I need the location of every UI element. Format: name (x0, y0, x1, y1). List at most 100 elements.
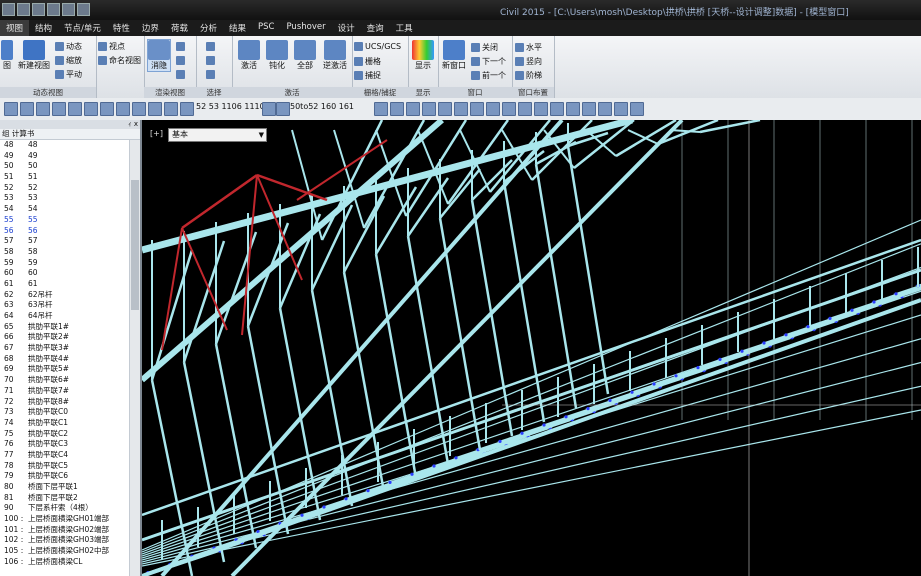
select-window[interactable] (206, 56, 217, 65)
all-button[interactable]: 全部 (292, 40, 318, 71)
toolbar-tool-4-icon[interactable] (68, 102, 82, 116)
model-viewport[interactable] (142, 120, 921, 576)
list-item[interactable]: 48 48 (0, 140, 140, 151)
list-item[interactable]: 68 拱肋平联4# (0, 354, 140, 365)
toolbar-tool-16-icon[interactable] (406, 102, 420, 116)
new-file-icon[interactable] (2, 3, 15, 16)
list-item[interactable]: 79 拱肋平联C6 (0, 471, 140, 482)
viewpoint-button[interactable]: 视点 (98, 41, 125, 52)
toolbar-tool-7-icon[interactable] (116, 102, 130, 116)
next-window-button[interactable]: 下一个 (471, 56, 506, 67)
open-file-icon[interactable] (17, 3, 30, 16)
toolbar-tool-18-icon[interactable] (438, 102, 452, 116)
activate-button[interactable]: 激活 (236, 40, 262, 71)
list-item[interactable]: 69 拱肋平联5# (0, 364, 140, 375)
toolbar-tool-29-icon[interactable] (614, 102, 628, 116)
list-item[interactable]: 66 拱肋平联2# (0, 332, 140, 343)
toolbar-tool-11-icon[interactable] (180, 102, 194, 116)
grid-button[interactable]: 栅格 (354, 56, 381, 67)
list-item[interactable]: 65 拱肋平联1# (0, 322, 140, 333)
toolbar-tool-14-icon[interactable] (374, 102, 388, 116)
list-item[interactable]: 61 61 (0, 279, 140, 290)
panel-pin-close[interactable]: ｨ x (0, 120, 140, 129)
select-polygon[interactable] (206, 70, 217, 79)
toolbar-tool-1-icon[interactable] (20, 102, 34, 116)
list-item[interactable]: 57 57 (0, 236, 140, 247)
list-item[interactable]: 53 53 (0, 193, 140, 204)
toolbar-tool-22-icon[interactable] (502, 102, 516, 116)
menu-design[interactable]: 设计 (332, 20, 361, 36)
list-item[interactable]: 71 拱肋平联7# (0, 386, 140, 397)
cascade-button[interactable]: 阶梯 (515, 70, 542, 81)
toolbar-tool-13-icon[interactable] (276, 102, 290, 116)
toolbar-tool-3-icon[interactable] (52, 102, 66, 116)
toolbar-tool-27-icon[interactable] (582, 102, 596, 116)
list-item[interactable]: 63 63吊杆 (0, 300, 140, 311)
list-item[interactable]: 100 : 上层桥面横梁GH01端部 (0, 514, 140, 525)
menu-analysis[interactable]: 分析 (194, 20, 223, 36)
list-item[interactable]: 105 : 上层桥面横梁GH02中部 (0, 546, 140, 557)
menu-structure[interactable]: 结构 (29, 20, 58, 36)
save-icon[interactable] (32, 3, 45, 16)
render-option-1[interactable] (176, 42, 187, 51)
inactivate-button[interactable]: 钝化 (264, 40, 290, 71)
scroll-thumb[interactable] (131, 180, 139, 310)
list-item[interactable]: 59 59 (0, 258, 140, 269)
prev-window-button[interactable]: 前一个 (471, 70, 506, 81)
toolbar-tool-19-icon[interactable] (454, 102, 468, 116)
redo-icon[interactable] (77, 3, 90, 16)
toolbar-tool-28-icon[interactable] (598, 102, 612, 116)
list-item[interactable]: 78 拱肋平联C5 (0, 461, 140, 472)
node-select-field[interactable]: 52 53 1106 1110 (196, 102, 265, 111)
list-item[interactable]: 58 58 (0, 247, 140, 258)
toolbar-tool-8-icon[interactable] (132, 102, 146, 116)
list-item[interactable]: 73 拱肋平联C0 (0, 407, 140, 418)
tile-vertical-button[interactable]: 竖向 (515, 56, 542, 67)
inverse-activate-button[interactable]: 逆激活 (320, 40, 350, 71)
snap-button[interactable]: 捕捉 (354, 70, 381, 81)
menu-load[interactable]: 荷载 (165, 20, 194, 36)
undo-icon[interactable] (62, 3, 75, 16)
new-view-button[interactable]: 新建视图 (16, 40, 52, 71)
list-item[interactable]: 77 拱肋平联C4 (0, 450, 140, 461)
hidden-button[interactable]: 消隐 (147, 39, 171, 72)
select-single[interactable] (206, 42, 217, 51)
viewport-corner-label[interactable]: [+] (150, 129, 163, 138)
toolbar-tool-26-icon[interactable] (566, 102, 580, 116)
list-item[interactable]: 80 桥面下层平联1 (0, 482, 140, 493)
toolbar-tool-23-icon[interactable] (518, 102, 532, 116)
toolbar-tool-25-icon[interactable] (550, 102, 564, 116)
menu-node-element[interactable]: 节点/单元 (58, 20, 107, 36)
toolbar-tool-2-icon[interactable] (36, 102, 50, 116)
list-item[interactable]: 70 拱肋平联6# (0, 375, 140, 386)
named-view-button[interactable]: 命名视图 (98, 55, 141, 66)
menu-tools[interactable]: 工具 (390, 20, 419, 36)
list-item[interactable]: 55 55 (0, 215, 140, 226)
render-option-2[interactable] (176, 56, 187, 65)
dynamic-button[interactable]: 动态 (55, 41, 82, 52)
list-item[interactable]: 52 52 (0, 183, 140, 194)
print-icon[interactable] (47, 3, 60, 16)
view-button[interactable]: 图 (0, 40, 14, 71)
element-select-field[interactable]: 50to52 160 161 (290, 102, 354, 111)
new-window-button[interactable]: 新窗口 (440, 40, 468, 71)
list-item[interactable]: 60 60 (0, 268, 140, 279)
menu-results[interactable]: 结果 (223, 20, 252, 36)
list-item[interactable]: 90 下层系杆索（4根） (0, 503, 140, 514)
toolbar-tool-10-icon[interactable] (164, 102, 178, 116)
toolbar-tool-20-icon[interactable] (470, 102, 484, 116)
view-style-combo[interactable]: 基本 ▼ (168, 128, 267, 142)
list-item[interactable]: 75 拱肋平联C2 (0, 429, 140, 440)
menu-boundary[interactable]: 边界 (136, 20, 165, 36)
menu-view[interactable]: 视图 (0, 20, 30, 36)
toolbar-tool-15-icon[interactable] (390, 102, 404, 116)
toolbar-tool-30-icon[interactable] (630, 102, 644, 116)
list-item[interactable]: 67 拱肋平联3# (0, 343, 140, 354)
toolbar-tool-21-icon[interactable] (486, 102, 500, 116)
list-item[interactable]: 49 49 (0, 151, 140, 162)
render-option-3[interactable] (176, 70, 187, 79)
list-item[interactable]: 101 : 上层桥面横梁GH02端部 (0, 525, 140, 536)
bridge-model-drawing[interactable] (142, 120, 921, 576)
menu-psc[interactable]: PSC (252, 20, 280, 36)
zoom-button[interactable]: 缩放 (55, 55, 82, 66)
